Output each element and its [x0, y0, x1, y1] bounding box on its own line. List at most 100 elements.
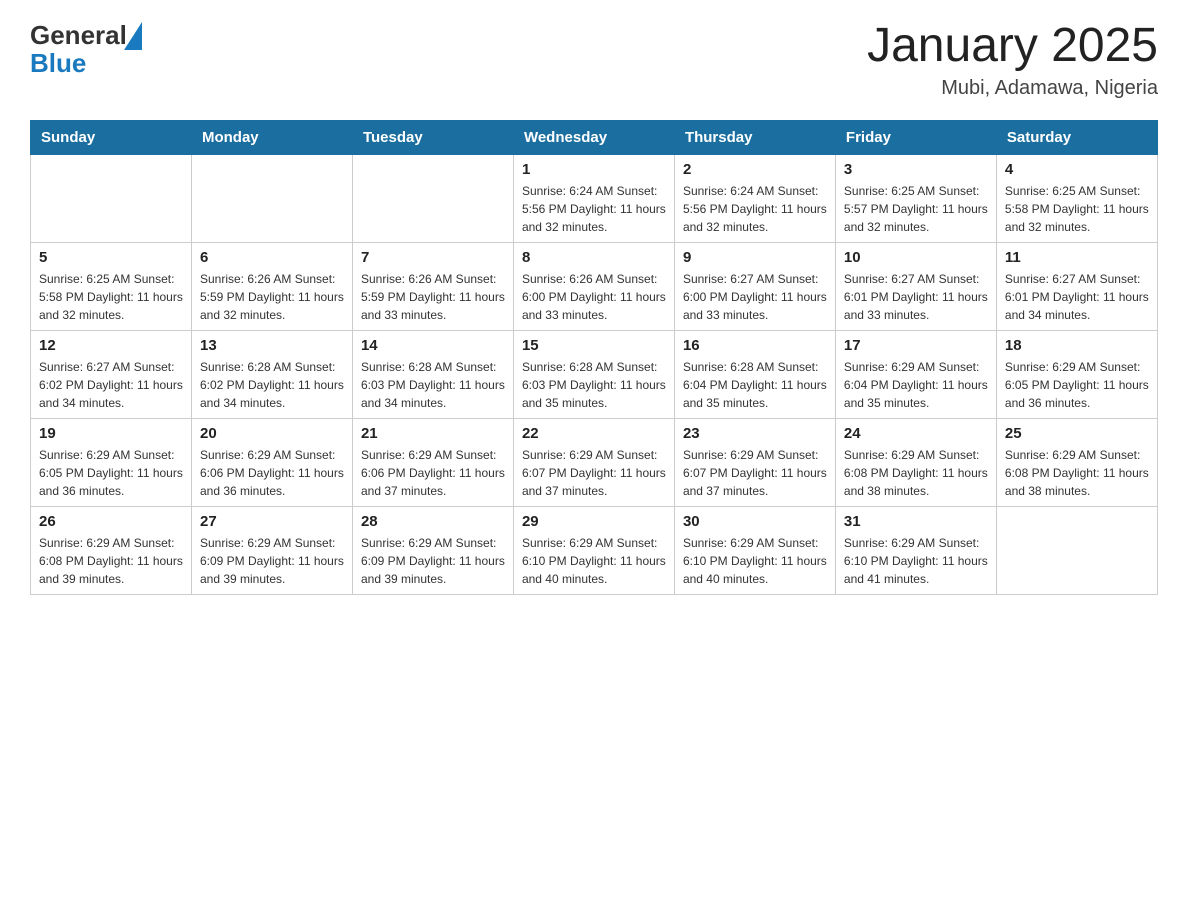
- day-number: 1: [522, 161, 666, 178]
- day-info: Sunrise: 6:28 AM Sunset: 6:03 PM Dayligh…: [522, 358, 666, 412]
- logo: General Blue: [30, 20, 142, 76]
- day-number: 5: [39, 249, 183, 266]
- day-number: 4: [1005, 161, 1149, 178]
- calendar-cell: 21 Sunrise: 6:29 AM Sunset: 6:06 PM Dayli…: [352, 418, 513, 506]
- day-info: Sunrise: 6:29 AM Sunset: 6:04 PM Dayligh…: [844, 358, 988, 412]
- calendar-cell: [352, 154, 513, 242]
- day-number: 18: [1005, 337, 1149, 354]
- day-info: Sunrise: 6:29 AM Sunset: 6:08 PM Dayligh…: [39, 534, 183, 588]
- day-number: 2: [683, 161, 827, 178]
- calendar-header-thursday: Thursday: [674, 120, 835, 154]
- logo-text: General Blue: [30, 20, 142, 76]
- day-info: Sunrise: 6:29 AM Sunset: 6:06 PM Dayligh…: [361, 446, 505, 500]
- day-info: Sunrise: 6:29 AM Sunset: 6:08 PM Dayligh…: [844, 446, 988, 500]
- day-info: Sunrise: 6:27 AM Sunset: 6:01 PM Dayligh…: [1005, 270, 1149, 324]
- day-number: 24: [844, 425, 988, 442]
- calendar-header-tuesday: Tuesday: [352, 120, 513, 154]
- day-info: Sunrise: 6:29 AM Sunset: 6:09 PM Dayligh…: [200, 534, 344, 588]
- day-number: 22: [522, 425, 666, 442]
- day-info: Sunrise: 6:29 AM Sunset: 6:05 PM Dayligh…: [1005, 358, 1149, 412]
- day-info: Sunrise: 6:29 AM Sunset: 6:09 PM Dayligh…: [361, 534, 505, 588]
- calendar-week-row: 12Sunrise: 6:27 AM Sunset: 6:02 PM Dayli…: [31, 330, 1158, 418]
- day-info: Sunrise: 6:25 AM Sunset: 5:57 PM Dayligh…: [844, 182, 988, 236]
- day-info: Sunrise: 6:29 AM Sunset: 6:05 PM Dayligh…: [39, 446, 183, 500]
- title-section: January 2025 Mubi, Adamawa, Nigeria: [867, 20, 1158, 100]
- calendar-cell: 8 Sunrise: 6:26 AM Sunset: 6:00 PM Daylig…: [513, 242, 674, 330]
- day-number: 6: [200, 249, 344, 266]
- day-number: 10: [844, 249, 988, 266]
- calendar-cell: 31 Sunrise: 6:29 AM Sunset: 6:10 PM Dayli…: [835, 506, 996, 594]
- calendar-cell: 23 Sunrise: 6:29 AM Sunset: 6:07 PM Dayli…: [674, 418, 835, 506]
- day-info: Sunrise: 6:26 AM Sunset: 5:59 PM Dayligh…: [361, 270, 505, 324]
- day-info: Sunrise: 6:27 AM Sunset: 6:00 PM Dayligh…: [683, 270, 827, 324]
- day-info: Sunrise: 6:26 AM Sunset: 6:00 PM Dayligh…: [522, 270, 666, 324]
- calendar-cell: 10Sunrise: 6:27 AM Sunset: 6:01 PM Dayli…: [835, 242, 996, 330]
- day-info: Sunrise: 6:29 AM Sunset: 6:07 PM Dayligh…: [522, 446, 666, 500]
- day-info: Sunrise: 6:29 AM Sunset: 6:08 PM Dayligh…: [1005, 446, 1149, 500]
- logo-general: General: [30, 22, 127, 48]
- calendar-cell: 2 Sunrise: 6:24 AM Sunset: 5:56 PM Daylig…: [674, 154, 835, 242]
- day-info: Sunrise: 6:28 AM Sunset: 6:03 PM Dayligh…: [361, 358, 505, 412]
- calendar-header-row: SundayMondayTuesdayWednesdayThursdayFrid…: [31, 120, 1158, 154]
- calendar-cell: 25 Sunrise: 6:29 AM Sunset: 6:08 PM Dayli…: [996, 418, 1157, 506]
- calendar-cell: 5 Sunrise: 6:25 AM Sunset: 5:58 PM Daylig…: [31, 242, 192, 330]
- calendar-cell: 19Sunrise: 6:29 AM Sunset: 6:05 PM Dayli…: [31, 418, 192, 506]
- calendar-header-friday: Friday: [835, 120, 996, 154]
- day-info: Sunrise: 6:28 AM Sunset: 6:02 PM Dayligh…: [200, 358, 344, 412]
- day-number: 17: [844, 337, 988, 354]
- calendar-cell: 20Sunrise: 6:29 AM Sunset: 6:06 PM Dayli…: [191, 418, 352, 506]
- calendar-week-row: 5 Sunrise: 6:25 AM Sunset: 5:58 PM Daylig…: [31, 242, 1158, 330]
- day-number: 26: [39, 513, 183, 530]
- day-info: Sunrise: 6:28 AM Sunset: 6:04 PM Dayligh…: [683, 358, 827, 412]
- day-number: 7: [361, 249, 505, 266]
- day-info: Sunrise: 6:24 AM Sunset: 5:56 PM Dayligh…: [683, 182, 827, 236]
- calendar-cell: 14 Sunrise: 6:28 AM Sunset: 6:03 PM Dayli…: [352, 330, 513, 418]
- calendar-cell: [996, 506, 1157, 594]
- calendar-cell: 1 Sunrise: 6:24 AM Sunset: 5:56 PM Daylig…: [513, 154, 674, 242]
- calendar-cell: 17 Sunrise: 6:29 AM Sunset: 6:04 PM Dayli…: [835, 330, 996, 418]
- day-info: Sunrise: 6:29 AM Sunset: 6:07 PM Dayligh…: [683, 446, 827, 500]
- day-number: 20: [200, 425, 344, 442]
- day-info: Sunrise: 6:25 AM Sunset: 5:58 PM Dayligh…: [39, 270, 183, 324]
- calendar-header-monday: Monday: [191, 120, 352, 154]
- day-info: Sunrise: 6:25 AM Sunset: 5:58 PM Dayligh…: [1005, 182, 1149, 236]
- calendar-cell: 12Sunrise: 6:27 AM Sunset: 6:02 PM Dayli…: [31, 330, 192, 418]
- day-number: 31: [844, 513, 988, 530]
- calendar-cell: 26 Sunrise: 6:29 AM Sunset: 6:08 PM Dayli…: [31, 506, 192, 594]
- calendar-cell: 22 Sunrise: 6:29 AM Sunset: 6:07 PM Dayli…: [513, 418, 674, 506]
- day-number: 21: [361, 425, 505, 442]
- calendar-cell: 24 Sunrise: 6:29 AM Sunset: 6:08 PM Dayli…: [835, 418, 996, 506]
- logo-blue: Blue: [30, 50, 142, 76]
- day-number: 28: [361, 513, 505, 530]
- calendar-cell: 13Sunrise: 6:28 AM Sunset: 6:02 PM Dayli…: [191, 330, 352, 418]
- calendar-cell: 7 Sunrise: 6:26 AM Sunset: 5:59 PM Daylig…: [352, 242, 513, 330]
- calendar-cell: 9 Sunrise: 6:27 AM Sunset: 6:00 PM Daylig…: [674, 242, 835, 330]
- calendar-cell: 4 Sunrise: 6:25 AM Sunset: 5:58 PM Daylig…: [996, 154, 1157, 242]
- calendar-week-row: 19Sunrise: 6:29 AM Sunset: 6:05 PM Dayli…: [31, 418, 1158, 506]
- calendar-cell: 11Sunrise: 6:27 AM Sunset: 6:01 PM Dayli…: [996, 242, 1157, 330]
- page-header: General Blue January 2025 Mubi, Adamawa,…: [30, 20, 1158, 100]
- calendar-cell: 18 Sunrise: 6:29 AM Sunset: 6:05 PM Dayli…: [996, 330, 1157, 418]
- calendar-cell: [31, 154, 192, 242]
- day-number: 3: [844, 161, 988, 178]
- day-number: 14: [361, 337, 505, 354]
- calendar-cell: 16 Sunrise: 6:28 AM Sunset: 6:04 PM Dayli…: [674, 330, 835, 418]
- day-number: 29: [522, 513, 666, 530]
- calendar-header-wednesday: Wednesday: [513, 120, 674, 154]
- day-number: 23: [683, 425, 827, 442]
- calendar-cell: 15Sunrise: 6:28 AM Sunset: 6:03 PM Dayli…: [513, 330, 674, 418]
- day-number: 16: [683, 337, 827, 354]
- day-number: 30: [683, 513, 827, 530]
- day-info: Sunrise: 6:29 AM Sunset: 6:10 PM Dayligh…: [844, 534, 988, 588]
- calendar-header-sunday: Sunday: [31, 120, 192, 154]
- day-info: Sunrise: 6:24 AM Sunset: 5:56 PM Dayligh…: [522, 182, 666, 236]
- calendar-header-saturday: Saturday: [996, 120, 1157, 154]
- day-info: Sunrise: 6:29 AM Sunset: 6:10 PM Dayligh…: [683, 534, 827, 588]
- calendar-cell: 3 Sunrise: 6:25 AM Sunset: 5:57 PM Daylig…: [835, 154, 996, 242]
- day-number: 27: [200, 513, 344, 530]
- day-number: 9: [683, 249, 827, 266]
- day-number: 8: [522, 249, 666, 266]
- day-info: Sunrise: 6:26 AM Sunset: 5:59 PM Dayligh…: [200, 270, 344, 324]
- day-number: 25: [1005, 425, 1149, 442]
- calendar-cell: 6 Sunrise: 6:26 AM Sunset: 5:59 PM Daylig…: [191, 242, 352, 330]
